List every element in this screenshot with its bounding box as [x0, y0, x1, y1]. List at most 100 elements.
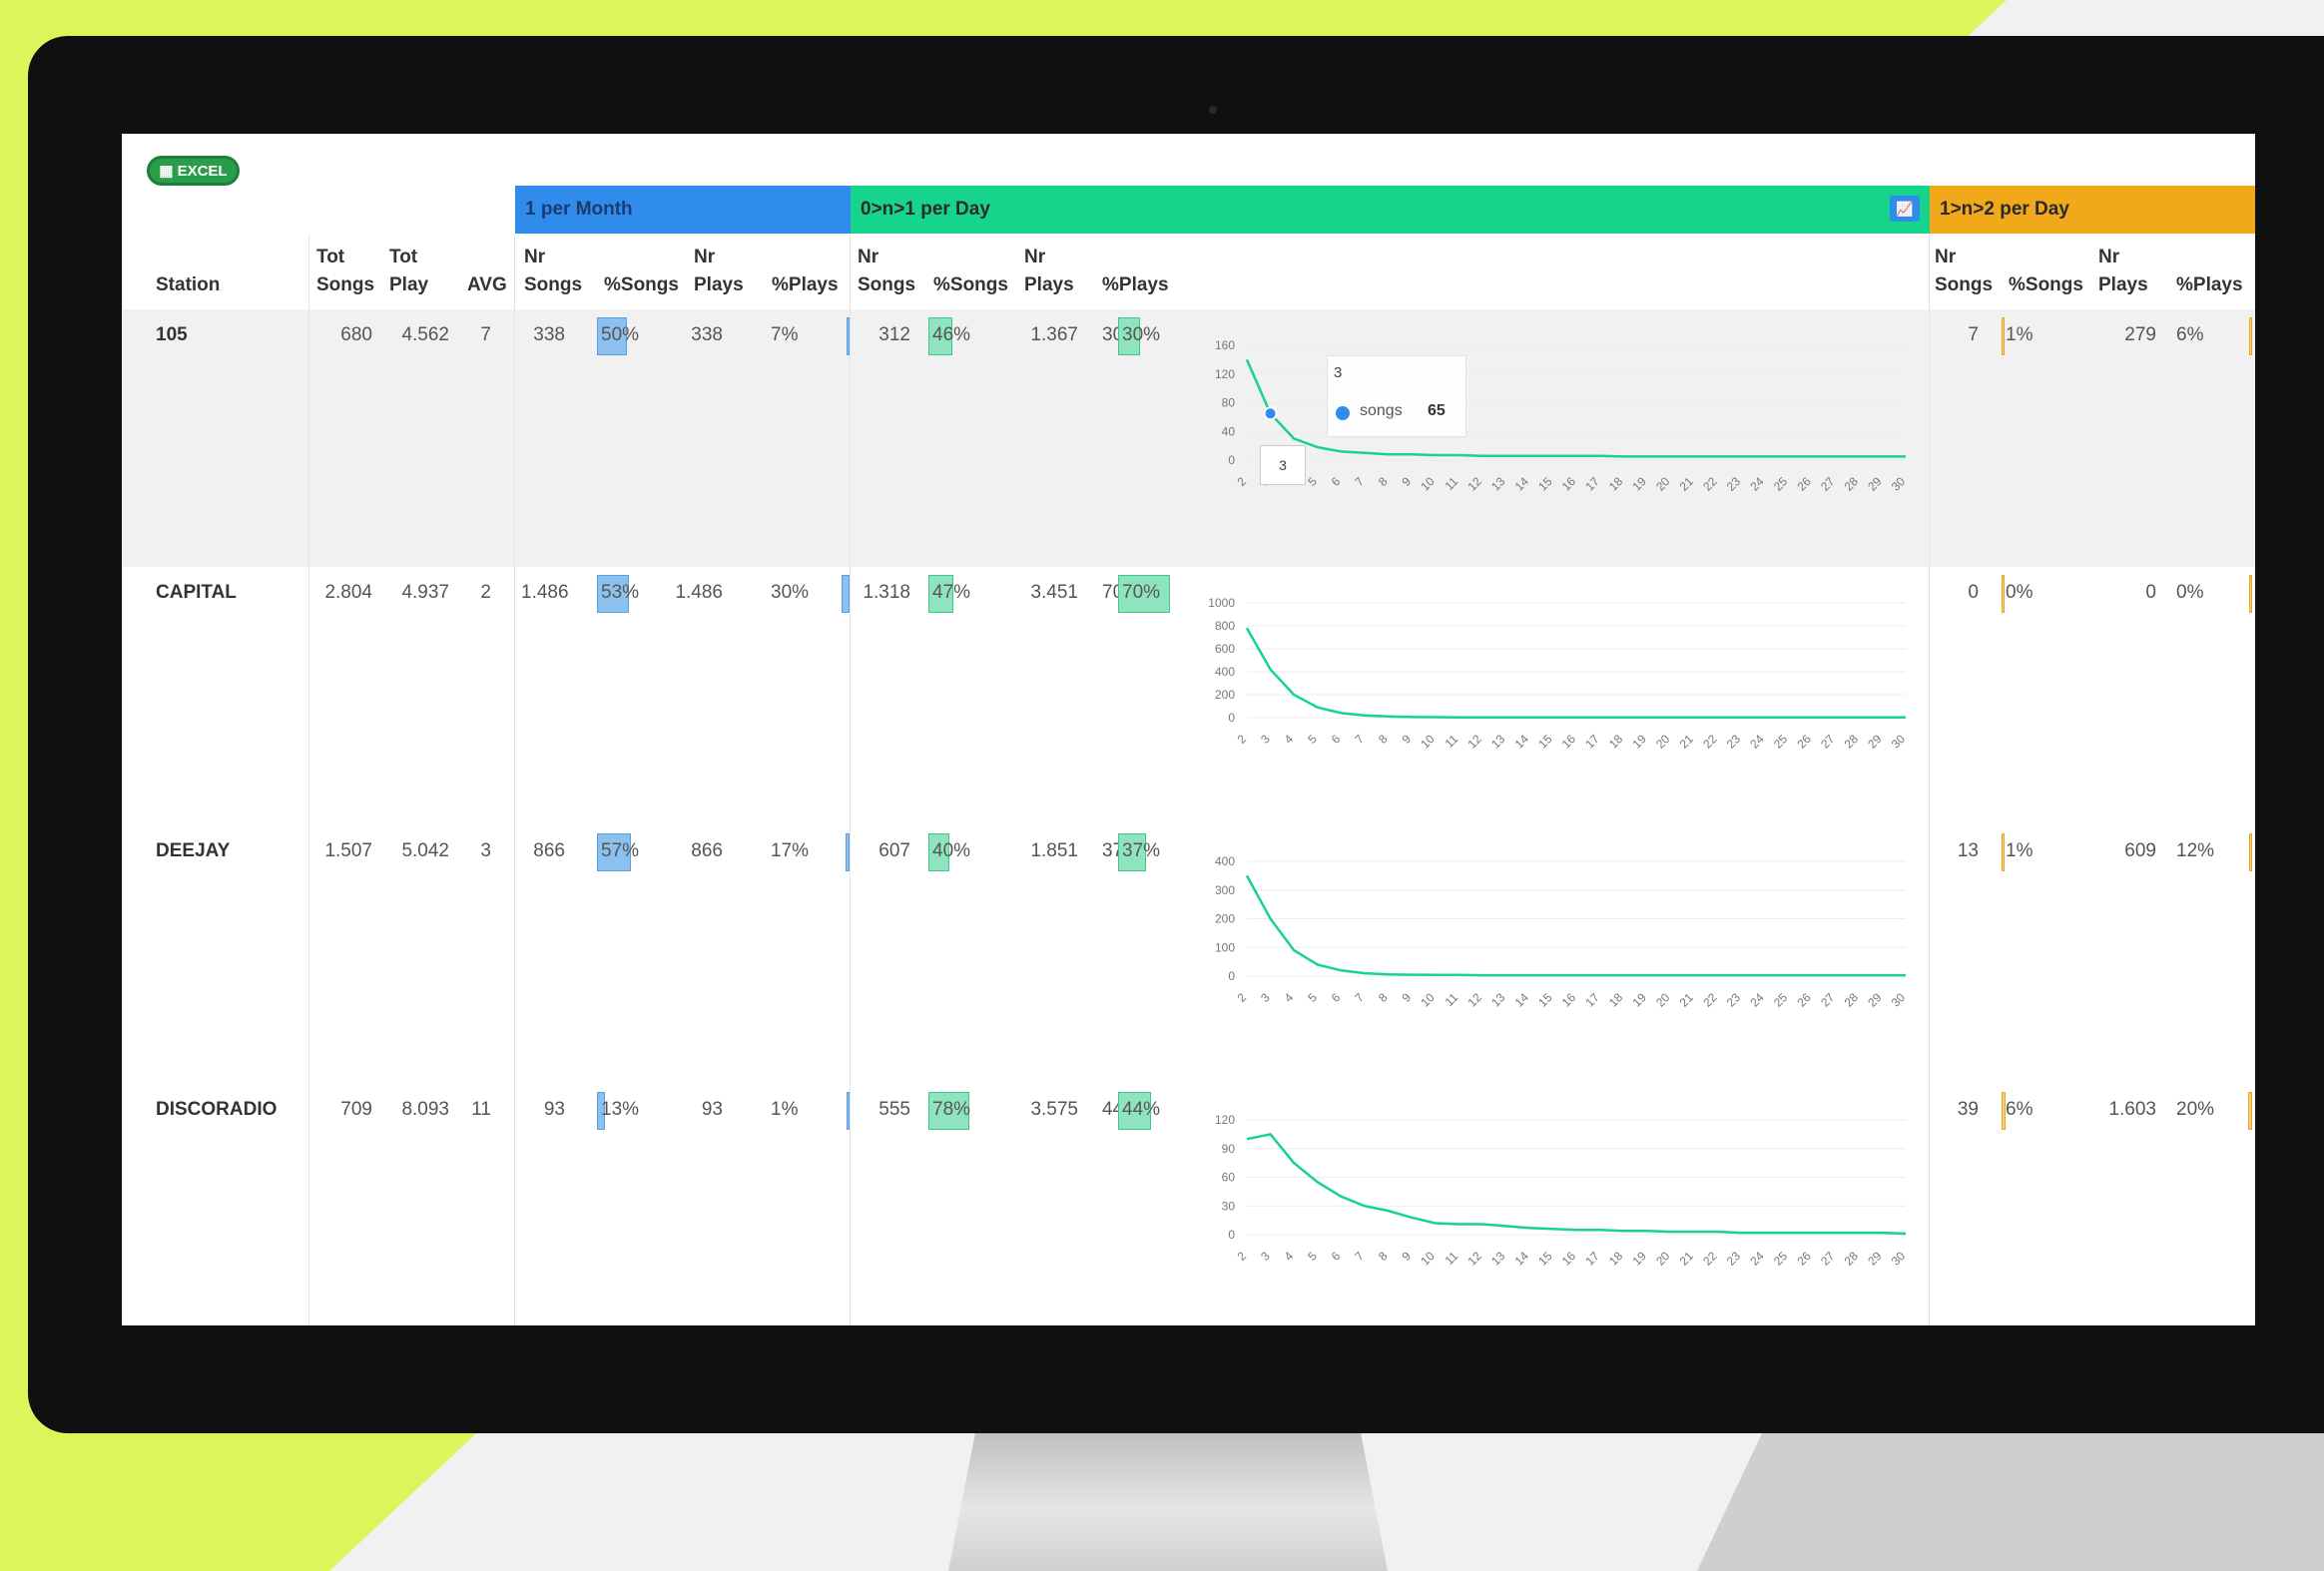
hdr-line: Nr [2098, 247, 2120, 267]
cell-m-pct-plays: 17% [771, 840, 810, 861]
header-m-pct-songs[interactable]: %Songs [604, 271, 679, 299]
header-o-pct-songs[interactable]: %Songs [2009, 271, 2083, 299]
x-tick-label: 26 [1794, 732, 1814, 752]
x-tick-label: 7 [1352, 732, 1367, 747]
cell-avg: 11 [471, 1099, 491, 1120]
series-dot-icon [1336, 406, 1350, 420]
table-row[interactable]: CAPITAL 2.804 4.937 2 1.486 1.486 30% 1.318 3.45… [122, 567, 2255, 825]
y-tick-label: 40 [1222, 424, 1236, 438]
header-tot-songs[interactable]: Tot Songs [316, 244, 374, 299]
x-tick-label: 30 [1889, 990, 1909, 1010]
x-tick-label: 12 [1464, 990, 1484, 1010]
header-d-plays[interactable]: Nr Plays [1024, 244, 1074, 299]
x-axis-crosshair-label: 3 [1260, 445, 1306, 485]
cell-o-pct-songs: 1% [2006, 324, 2034, 345]
header-d-pct-songs[interactable]: %Songs [933, 271, 1008, 299]
x-tick-label: 18 [1606, 474, 1626, 494]
x-tick-label: 19 [1629, 1249, 1649, 1269]
mini-line-chart[interactable]: 1601208040023456789101112131415161718192… [1197, 335, 1916, 525]
table-row[interactable]: DISCORADIO7098.0931193931%5553.57544%391… [122, 1084, 2255, 1325]
x-tick-label: 13 [1488, 1249, 1508, 1269]
x-tick-label: 2 [1234, 1249, 1249, 1264]
x-tick-label: 10 [1418, 474, 1438, 494]
cell-tot-play: 4.937 [401, 582, 449, 603]
x-tick-label: 16 [1559, 732, 1579, 752]
header-tot-play[interactable]: Tot Play [389, 244, 428, 299]
y-tick-label: 200 [1215, 912, 1235, 926]
cell-m-pct-songs: 53% [601, 582, 640, 603]
cell-m-songs: 338 [533, 324, 565, 345]
chart-svg: 1601208040023456789101112131415161718192… [1215, 338, 1909, 494]
x-tick-label: 30 [1889, 474, 1909, 494]
x-tick-label: 20 [1653, 732, 1673, 752]
table-row[interactable]: 1056804.56273383387%3121.36730%72796%50%… [122, 309, 2255, 567]
y-tick-label: 300 [1215, 883, 1235, 897]
y-tick-label: 90 [1222, 1142, 1236, 1156]
x-tick-label: 28 [1842, 990, 1862, 1010]
cell-tot-songs: 2.804 [324, 582, 372, 603]
hdr-line: Songs [1935, 274, 1994, 295]
line-chart-icon[interactable]: 📈 [1890, 196, 1920, 222]
x-tick-label: 29 [1865, 474, 1885, 494]
x-tick-label: 13 [1488, 732, 1508, 752]
cell-o-pct-plays: 20% [2176, 1099, 2215, 1120]
mini-line-chart[interactable]: 120 90 60 30 0 2 3 4 5 6 7 8 9 10 11 12 13 14 15 16 17 18 19 20… [1197, 1110, 1916, 1300]
x-tick-label: 27 [1818, 732, 1838, 752]
mini-line-chart[interactable]: 1000 800 600 400 200 0 2 3 4 5 6 7 8 9 10 11 12 13 14 15 16 1… [1197, 593, 1916, 783]
band-label: 1>n>2 per Day [1940, 199, 2069, 220]
cell-tot-songs: 680 [340, 324, 372, 345]
x-tick-label: 7 [1352, 990, 1367, 1005]
x-tick-label: 18 [1606, 1249, 1626, 1269]
table-row[interactable]: DEEJAY1.5075.042386686617%6071.85137%136… [122, 825, 2255, 1084]
cell-d-pct-songs: 78% [932, 1099, 971, 1120]
y-tick-label: 0 [1228, 711, 1235, 725]
cell-d-pct-songs: 47% [932, 582, 971, 603]
y-tick-label: 30 [1222, 1199, 1236, 1213]
header-m-songs[interactable]: Nr Songs [524, 244, 582, 299]
x-tick-label: 27 [1818, 474, 1838, 494]
cell-m-songs: 866 [533, 840, 565, 861]
header-d-songs[interactable]: Nr Songs [858, 244, 915, 299]
hdr-line: Plays [1024, 274, 1074, 295]
header-station[interactable]: Station [156, 271, 220, 299]
y-tick-label: 120 [1215, 367, 1235, 381]
cell-o-plays: 1.603 [2108, 1099, 2156, 1120]
header-m-pct-plays[interactable]: %Plays [772, 271, 839, 299]
x-tick-label: 7 [1352, 474, 1367, 489]
x-tick-label: 13 [1488, 474, 1508, 494]
x-tick-label: 28 [1842, 732, 1862, 752]
y-tick-label: 80 [1222, 396, 1236, 410]
cell-d-pct-plays: 70% [1122, 582, 1161, 603]
hover-point[interactable] [1263, 406, 1278, 421]
x-tick-label: 6 [1329, 990, 1344, 1005]
x-tick-label: 14 [1512, 990, 1532, 1010]
column-divider [308, 234, 309, 1325]
excel-export-button[interactable]: ▦ EXCEL [147, 156, 240, 186]
band-1-per-month: 1 per Month [515, 186, 851, 234]
y-tick-label: 600 [1215, 642, 1235, 656]
x-tick-label: 6 [1329, 1249, 1344, 1264]
cell-m-plays: 93 [701, 1099, 723, 1120]
header-d-pct-plays[interactable]: %Plays [1102, 271, 1169, 299]
cell-m-plays: 1.486 [675, 582, 723, 603]
header-o-plays[interactable]: Nr Plays [2098, 244, 2148, 299]
cell-o-pct-songs: 1% [2006, 840, 2034, 861]
x-tick-label: 11 [1443, 1249, 1461, 1268]
tooltip-series: songs [1360, 402, 1403, 419]
cell-tot-songs: 1.507 [324, 840, 372, 861]
mini-line-chart[interactable]: 400 300 200 100 0 2 3 4 5 6 7 8 9 10 11 12 13 14 15 16 17 18 1… [1197, 851, 1916, 1041]
percent-bar [2002, 317, 2005, 355]
header-o-songs[interactable]: Nr Songs [1935, 244, 1993, 299]
tooltip-x: 3 [1334, 364, 1343, 381]
header-m-plays[interactable]: Nr Plays [694, 244, 744, 299]
x-tick-label: 18 [1606, 732, 1626, 752]
y-tick-label: 100 [1215, 940, 1235, 954]
x-tick-label: 11 [1443, 474, 1461, 493]
header-avg[interactable]: AVG [467, 271, 507, 299]
x-tick-label: 29 [1865, 732, 1885, 752]
x-tick-label: 9 [1399, 990, 1414, 1005]
cell-d-plays: 3.575 [1030, 1099, 1078, 1120]
header-o-pct-plays[interactable]: %Plays [2176, 271, 2243, 299]
x-tick-label: 14 [1512, 474, 1532, 494]
cell-tot-songs: 709 [340, 1099, 372, 1120]
